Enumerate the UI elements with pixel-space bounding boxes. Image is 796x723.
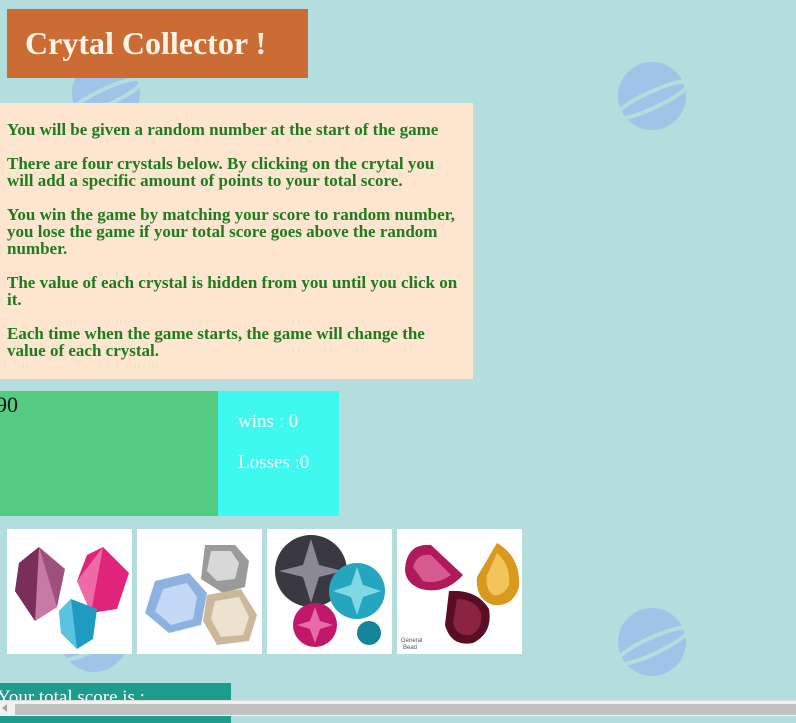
- svg-text:General: General: [401, 638, 422, 644]
- losses-count: Losses :0: [238, 452, 310, 473]
- instruction-text: Each time when the game starts, the game…: [7, 324, 425, 360]
- instructions-panel: You will be given a random number at the…: [0, 103, 473, 379]
- scrollbar-thumb[interactable]: [15, 704, 796, 715]
- crystal-button-4[interactable]: General Bead: [397, 529, 522, 654]
- pink-bicone-crystals-icon: [15, 547, 129, 649]
- scroll-left-arrow-icon[interactable]: [2, 704, 7, 712]
- instruction-text: You will be given a random number at the…: [7, 120, 439, 139]
- win-loss-panel: wins : 0 Losses :0: [218, 391, 339, 516]
- planet-icon: [614, 62, 690, 130]
- instruction-text: The value of each crystal is hidden from…: [7, 273, 458, 309]
- svg-text:Bead: Bead: [403, 645, 417, 651]
- random-number: 90: [0, 392, 18, 417]
- planet-icon: [614, 608, 690, 676]
- instruction-text: You win the game by matching your score …: [7, 205, 455, 258]
- crystal-button-1[interactable]: [7, 529, 132, 654]
- wins-count: wins : 0: [238, 411, 299, 432]
- crystal-button-2[interactable]: [137, 529, 262, 654]
- crystal-button-3[interactable]: [267, 529, 392, 654]
- random-number-panel: 90: [0, 391, 218, 516]
- blue-octagon-crystals-icon: [145, 545, 257, 645]
- pear-drop-crystals-icon: General Bead: [401, 543, 520, 651]
- game-title-banner: Crytal Collector !: [7, 9, 308, 78]
- horizontal-scrollbar[interactable]: [0, 700, 796, 716]
- instruction-text: There are four crystals below. By clicki…: [7, 154, 435, 190]
- game-title: Crytal Collector !: [25, 25, 267, 61]
- round-rivoli-crystals-icon: [275, 535, 385, 647]
